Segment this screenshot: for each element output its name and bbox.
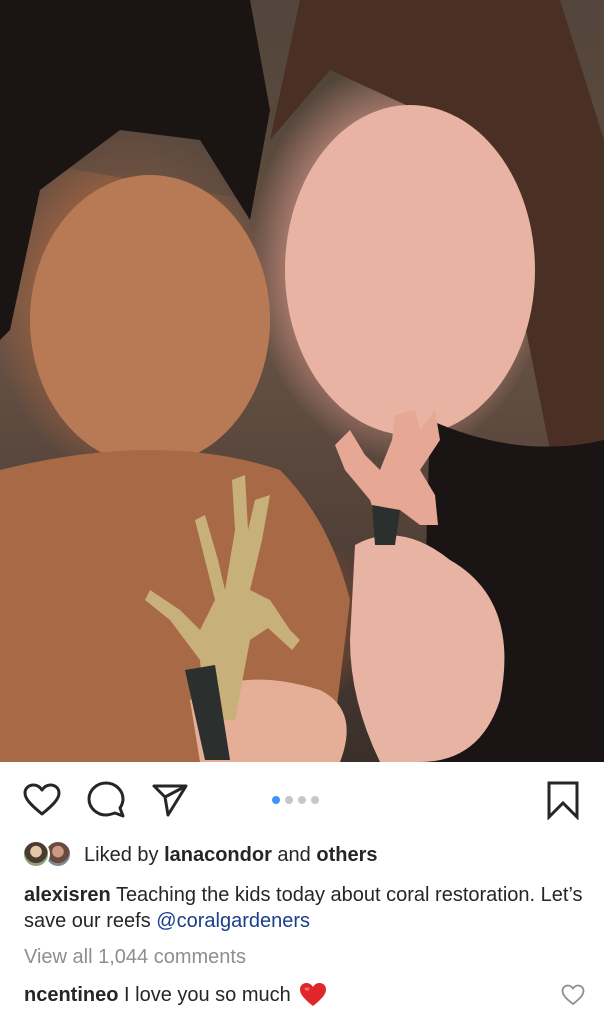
heart-outline-icon	[23, 783, 61, 816]
comment-row: ncentineo I love you so much	[24, 982, 327, 1008]
small-heart-outline-icon	[561, 984, 585, 1005]
comment-like-button[interactable]	[561, 984, 585, 1008]
bookmark-icon	[547, 781, 579, 820]
liked-by-prefix: Liked by	[84, 843, 159, 866]
avatar	[22, 840, 50, 868]
comment-text: I love you so much	[124, 983, 291, 1006]
carousel-dot	[311, 796, 319, 804]
liked-by-others[interactable]: others	[316, 844, 377, 867]
comment-bubble-icon	[87, 781, 125, 818]
carousel-dot	[298, 796, 306, 804]
caption-username[interactable]: alexisren	[24, 884, 111, 906]
liker-avatars	[22, 840, 76, 870]
photo-illustration	[0, 0, 604, 762]
liked-by-row[interactable]: Liked by lanacondor and others	[22, 840, 377, 870]
liked-by-username[interactable]: lanacondor	[164, 844, 272, 867]
comment-username[interactable]: ncentineo	[24, 984, 118, 1007]
carousel-indicator	[272, 796, 319, 804]
post-photo[interactable]	[0, 0, 604, 762]
share-button[interactable]	[150, 780, 190, 820]
paper-plane-icon	[152, 784, 188, 817]
carousel-dot-active	[272, 796, 280, 804]
post-caption: alexisren Teaching the kids today about …	[24, 882, 584, 934]
view-all-comments-link[interactable]: View all 1,044 comments	[24, 946, 246, 969]
comment-button[interactable]	[86, 780, 126, 820]
like-button[interactable]	[22, 780, 62, 820]
liked-by-and: and	[277, 843, 311, 866]
carousel-dot	[285, 796, 293, 804]
red-heart-emoji	[299, 983, 326, 1006]
save-button[interactable]	[543, 780, 583, 820]
caption-mention-link[interactable]: @coralgardeners	[156, 910, 310, 932]
